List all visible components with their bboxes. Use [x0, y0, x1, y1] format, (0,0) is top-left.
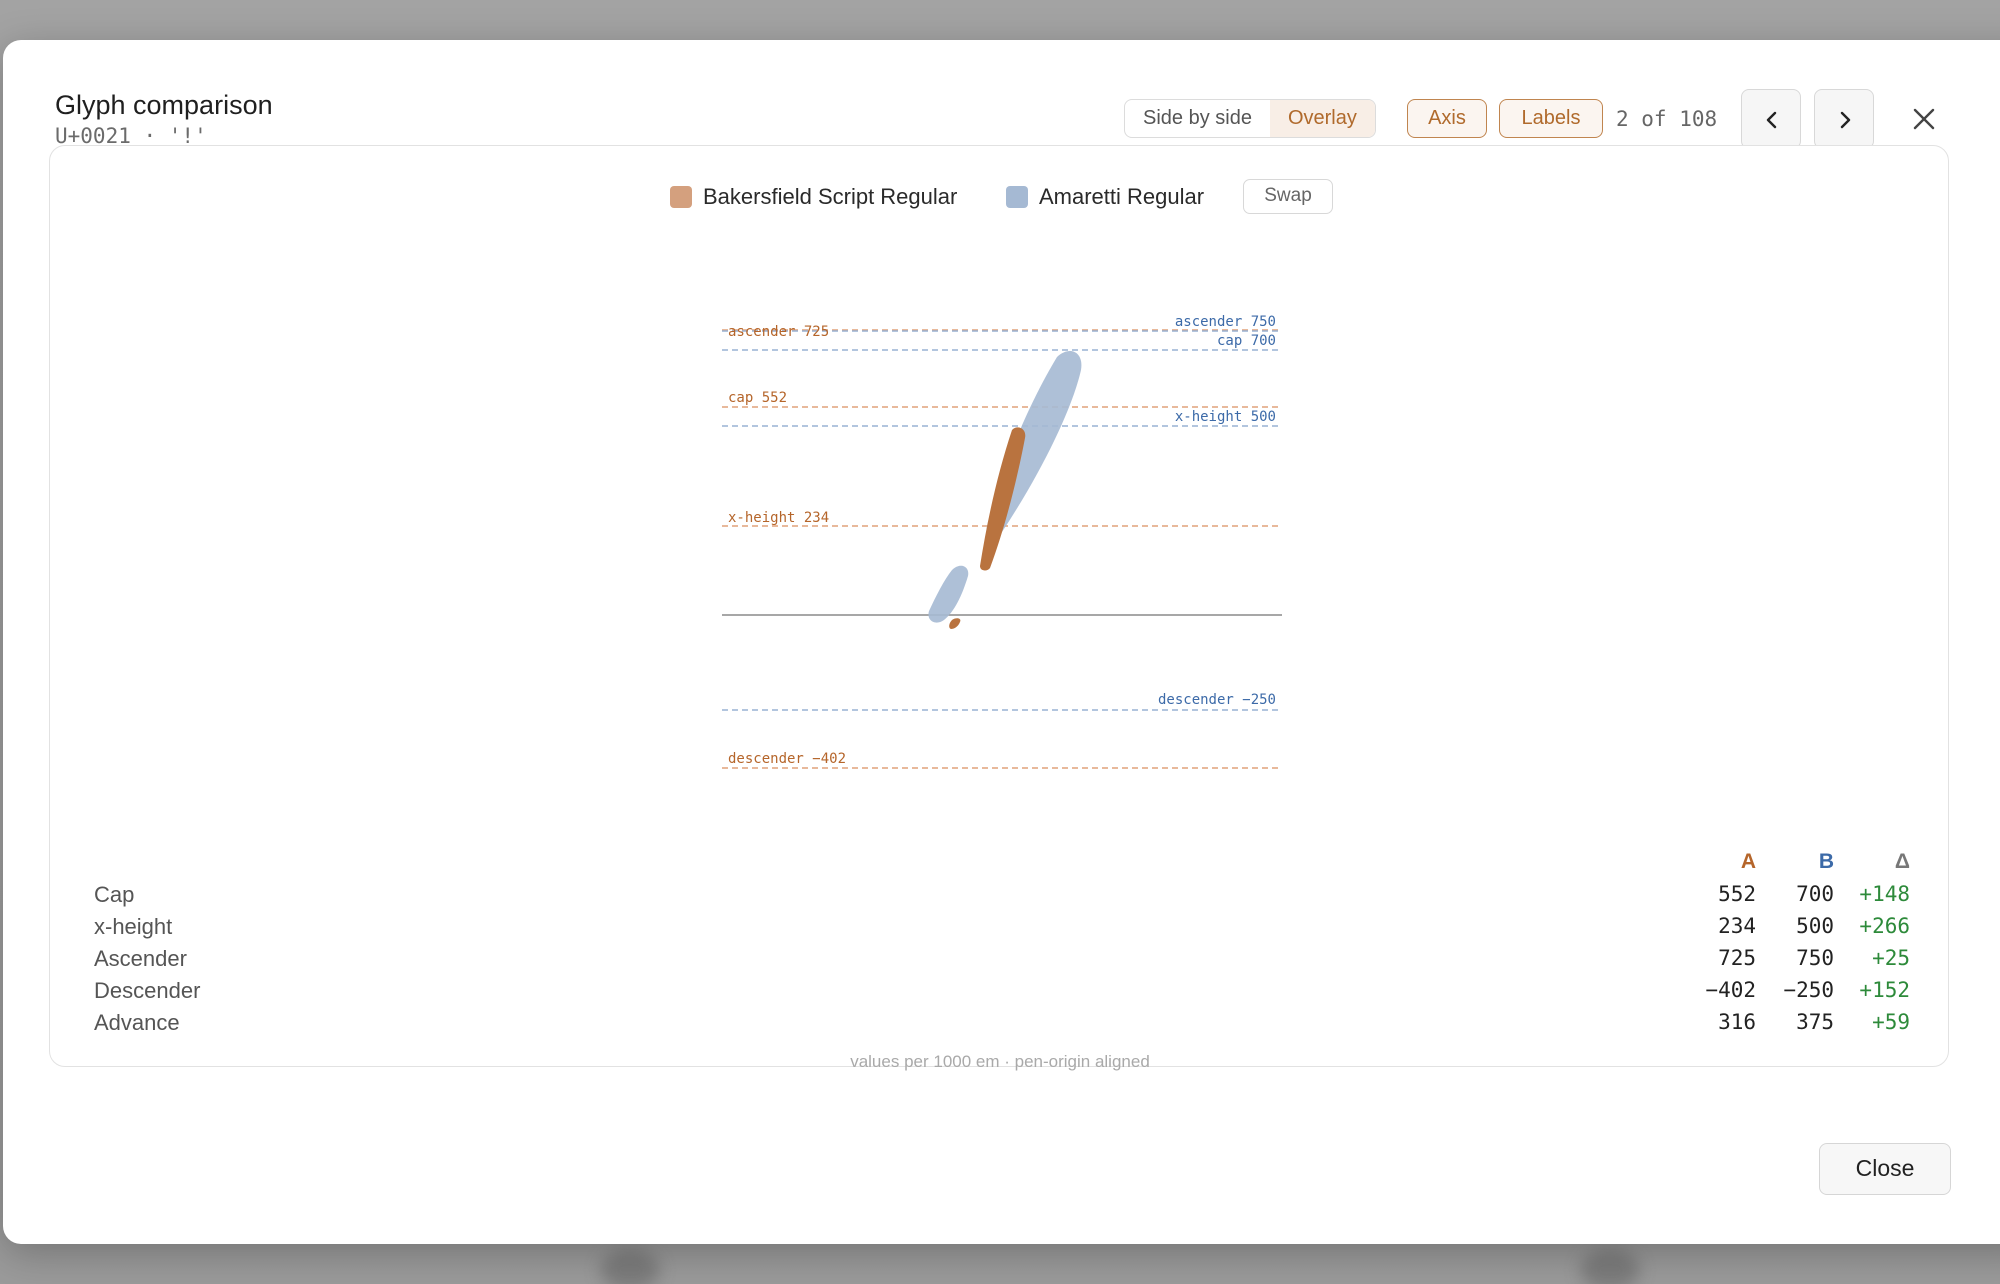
close-button[interactable]: Close [1819, 1143, 1951, 1195]
metric-value-a: 234 [1718, 914, 1756, 938]
legend-font-b: Amaretti Regular [1006, 180, 1204, 214]
metric-delta: +148 [1859, 882, 1910, 906]
chevron-right-icon [1840, 111, 1851, 129]
metric-delta: +59 [1872, 1010, 1910, 1034]
font-b-ascender-label: ascender 750 [1175, 314, 1276, 330]
table-row: Ascender 725 750 +25 [94, 946, 1914, 978]
metrics-footnote: values per 1000 em · pen-origin aligned [850, 1052, 1150, 1071]
font-b-name: Amaretti Regular [1039, 184, 1205, 209]
metric-name: Cap [94, 882, 135, 907]
font-b-swatch [1006, 186, 1028, 208]
font-a-name: Bakersfield Script Regular [703, 184, 958, 209]
metric-name: Advance [94, 1010, 180, 1035]
chevron-left-icon [1766, 111, 1777, 129]
metric-name: Descender [94, 978, 201, 1003]
view-mode-side-by-side[interactable]: Side by side [1125, 100, 1270, 137]
metrics-header-row: A B Δ [94, 850, 1914, 882]
glyph-overlay-plot: ascender 725 cap 552 x-height 234 descen… [722, 314, 1282, 769]
font-b-x-height-label: x-height 500 [1175, 409, 1276, 425]
view-mode-overlay[interactable]: Overlay [1269, 100, 1375, 137]
column-a-header: A [1740, 850, 1756, 873]
column-delta-header: Δ [1894, 850, 1910, 873]
backdrop-shape [1580, 1250, 1640, 1284]
metric-value-a: 316 [1718, 1010, 1756, 1034]
font-a-ascender-label: ascender 725 [728, 324, 829, 340]
metric-delta: +25 [1872, 946, 1910, 970]
next-glyph-button[interactable] [1814, 89, 1874, 149]
font-a-swatch [670, 186, 692, 208]
metric-value-a: 725 [1718, 946, 1756, 970]
font-b-cap-label: cap 700 [1217, 333, 1276, 349]
metric-delta: +152 [1859, 978, 1910, 1002]
view-mode-toggle: Side by side Overlay [1124, 99, 1376, 138]
metric-name: x-height [94, 914, 173, 939]
labels-toggle[interactable]: Labels [1499, 99, 1603, 138]
close-icon[interactable] [1911, 106, 1937, 132]
metrics-table: A B Δ Cap 552 700 +148 x-height 234 500 … [94, 850, 1914, 1042]
font-a-descender-label: descender −402 [728, 751, 846, 767]
swap-button[interactable]: Swap [1243, 179, 1333, 214]
table-row: Cap 552 700 +148 [94, 882, 1914, 914]
table-row: Descender −402 −250 +152 [94, 978, 1914, 1010]
table-row: x-height 234 500 +266 [94, 914, 1914, 946]
font-a-x-height-label: x-height 234 [728, 510, 829, 526]
pager-indicator: 2 of 108 [1616, 107, 1718, 131]
metric-delta: +266 [1859, 914, 1910, 938]
axis-toggle[interactable]: Axis [1407, 99, 1487, 138]
table-row: Advance 316 375 +59 [94, 1010, 1914, 1042]
font-a-glyph [949, 427, 1026, 629]
prev-glyph-button[interactable] [1741, 89, 1801, 149]
backdrop-shape [600, 1250, 660, 1284]
font-a-cap-label: cap 552 [728, 390, 787, 406]
metric-name: Ascender [94, 946, 187, 971]
metric-value-a: 552 [1718, 882, 1756, 906]
font-b-descender-label: descender −250 [1158, 692, 1276, 708]
dialog-title: Glyph comparison [55, 90, 273, 120]
legend-font-a: Bakersfield Script Regular [670, 180, 957, 214]
metric-value-a: −402 [1705, 978, 1756, 1002]
